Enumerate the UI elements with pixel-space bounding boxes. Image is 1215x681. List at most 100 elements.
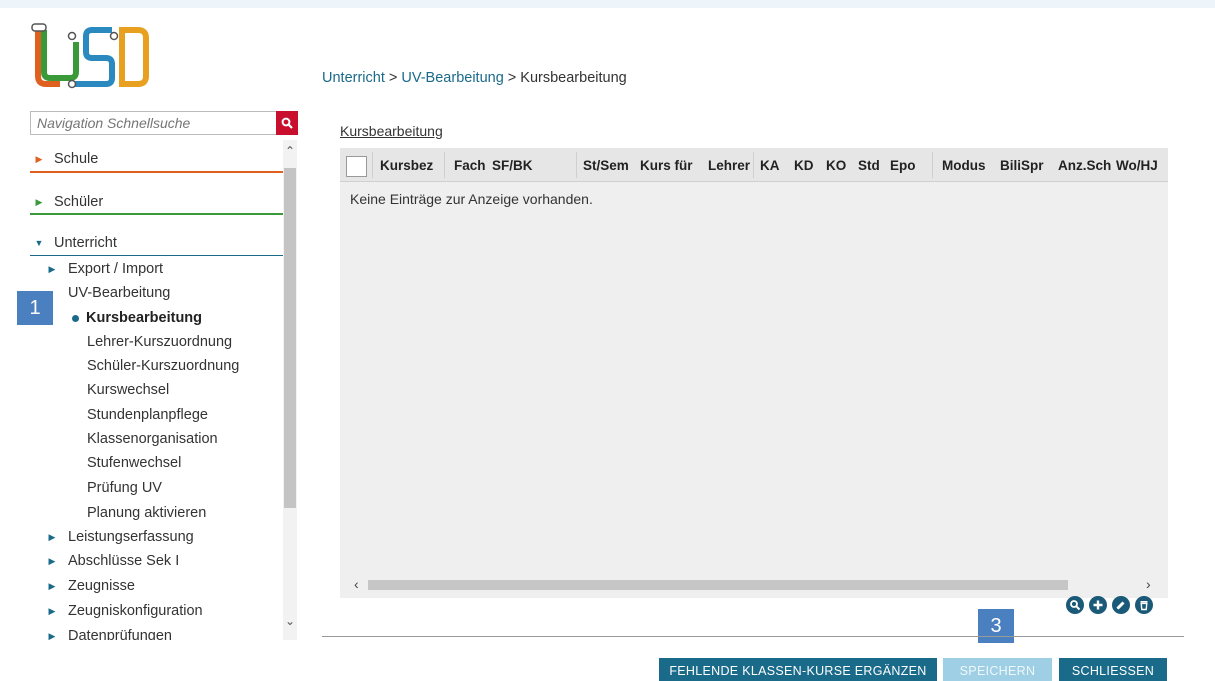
nav-item-lehrer-kurszuordnung[interactable]: Lehrer-Kurszuordnung xyxy=(87,331,232,353)
column-separator xyxy=(576,152,577,178)
column-header-bilispr[interactable]: BiliSpr xyxy=(1000,148,1044,182)
active-bullet-icon xyxy=(72,314,79,322)
nav-section-label: Schüler xyxy=(54,194,104,210)
nav-item-label: Zeugniskonfiguration xyxy=(68,603,203,619)
breadcrumb: Unterricht > UV-Bearbeitung > Kursbearbe… xyxy=(322,70,627,86)
scrollbar-thumb[interactable] xyxy=(284,168,296,508)
nav-item-zeugniskonfiguration[interactable]: ▶ Zeugniskonfiguration xyxy=(46,600,203,622)
nav-item-label: Kursbearbeitung xyxy=(86,310,203,326)
footer-divider xyxy=(322,636,1184,637)
nav-item-label: Schüler-Kurszuordnung xyxy=(87,358,240,374)
search-icon[interactable] xyxy=(276,111,298,135)
empty-table-message: Keine Einträge zur Anzeige vorhanden. xyxy=(350,191,593,207)
scrollbar-thumb[interactable] xyxy=(368,580,1068,590)
nav-item-planung-aktivieren[interactable]: Planung aktivieren xyxy=(87,502,206,524)
fehlende-klassen-kurse-button[interactable]: FEHLENDE KLASSEN-KURSE ERGÄNZEN xyxy=(659,658,937,681)
usd-logo xyxy=(31,23,149,89)
nav-divider-schueler xyxy=(30,213,283,215)
table-horizontal-scrollbar[interactable]: ‹ › xyxy=(350,576,1158,592)
nav-item-label: Zeugnisse xyxy=(68,578,135,594)
nav-item-pruefung-uv[interactable]: Prüfung UV xyxy=(87,477,162,499)
speichern-button[interactable]: SPEICHERN xyxy=(943,658,1052,681)
nav-item-label: Kurswechsel xyxy=(87,382,170,398)
nav-section-label: Unterricht xyxy=(54,235,117,251)
delete-icon[interactable] xyxy=(1135,596,1153,614)
column-header-anz-sch[interactable]: Anz.Sch xyxy=(1058,148,1111,182)
navigation-search-input[interactable] xyxy=(31,112,275,134)
annotation-badge-1: 1 xyxy=(17,291,53,325)
nav-section-schueler[interactable]: ▶ Schüler xyxy=(30,189,283,215)
caret-right-icon: ▶ xyxy=(48,630,56,641)
column-header-modus[interactable]: Modus xyxy=(942,148,986,182)
table-header: Kursbez Fach SF/BK St/Sem Kurs für Lehre… xyxy=(340,148,1168,182)
column-header-ka[interactable]: KA xyxy=(760,148,780,182)
nav-item-label: Export / Import xyxy=(68,261,164,277)
select-all-checkbox[interactable] xyxy=(346,156,367,177)
breadcrumb-link-unterricht[interactable]: Unterricht xyxy=(322,70,385,86)
nav-item-kurswechsel[interactable]: Kurswechsel xyxy=(87,379,169,401)
sidebar-navigation: ▶ Schule ▶ Schüler ▼ Unterricht ▶ Export… xyxy=(30,140,283,640)
page-title: Kursbearbeitung xyxy=(340,123,443,139)
caret-right-icon: ▶ xyxy=(48,263,56,274)
nav-section-label: Schule xyxy=(54,151,99,167)
table-actions xyxy=(1066,596,1153,614)
nav-item-kursbearbeitung[interactable]: Kursbearbeitung xyxy=(72,307,202,329)
caret-right-icon: ▶ xyxy=(48,580,56,591)
column-header-ko[interactable]: KO xyxy=(826,148,846,182)
annotation-badge-3: 3 xyxy=(978,609,1014,643)
nav-section-unterricht[interactable]: ▼ Unterricht xyxy=(30,230,283,256)
nav-item-label: Planung aktivieren xyxy=(87,505,207,521)
column-header-kursbez[interactable]: Kursbez xyxy=(380,148,433,182)
nav-item-label: Leistungserfassung xyxy=(68,529,194,545)
nav-section-schule[interactable]: ▶ Schule xyxy=(30,146,283,172)
nav-item-schueler-kurszuordnung[interactable]: Schüler-Kurszuordnung xyxy=(87,355,239,377)
nav-item-klassenorganisation[interactable]: Klassenorganisation xyxy=(87,428,218,450)
nav-item-label: Lehrer-Kurszuordnung xyxy=(87,334,233,350)
nav-item-label: Stundenplanpflege xyxy=(87,407,208,423)
column-header-wo-hj[interactable]: Wo/HJ xyxy=(1116,148,1158,182)
nav-divider-unterricht xyxy=(30,255,283,256)
search-icon[interactable] xyxy=(1066,596,1084,614)
navigation-search xyxy=(30,111,298,135)
caret-right-icon: ▶ xyxy=(35,196,43,207)
nav-item-leistungserfassung[interactable]: ▶ Leistungserfassung xyxy=(46,526,194,548)
nav-divider-schule xyxy=(30,171,283,173)
nav-item-abschluesse[interactable]: ▶ Abschlüsse Sek I xyxy=(46,550,180,572)
nav-item-uv-bearbeitung[interactable]: UV-Bearbeitung xyxy=(68,282,170,304)
caret-right-icon: ▶ xyxy=(48,555,56,566)
caret-right-icon: ▶ xyxy=(48,531,56,542)
column-header-std[interactable]: Std xyxy=(858,148,880,182)
nav-item-stundenplanpflege[interactable]: Stundenplanpflege xyxy=(87,404,208,426)
sidebar-scrollbar[interactable]: ⌃ ⌄ xyxy=(283,140,297,640)
scroll-right-icon[interactable]: › xyxy=(1146,576,1151,592)
nav-item-label: Prüfung UV xyxy=(87,480,162,496)
breadcrumb-separator: > xyxy=(503,70,521,86)
caret-down-icon: ▼ xyxy=(34,238,44,248)
top-strip xyxy=(0,0,1215,8)
column-header-lehrer[interactable]: Lehrer xyxy=(708,148,750,182)
schliessen-button[interactable]: SCHLIEßEN xyxy=(1059,658,1167,681)
column-header-kd[interactable]: KD xyxy=(794,148,814,182)
column-header-epo[interactable]: Epo xyxy=(890,148,916,182)
column-header-st-sem[interactable]: St/Sem xyxy=(583,148,629,182)
scroll-left-icon[interactable]: ‹ xyxy=(354,576,359,592)
nav-item-datenpruefungen[interactable]: ▶ Datenprüfungen xyxy=(46,625,172,640)
breadcrumb-link-uv-bearbeitung[interactable]: UV-Bearbeitung xyxy=(401,70,503,86)
column-header-fach[interactable]: Fach xyxy=(454,148,486,182)
scroll-down-icon[interactable]: ⌄ xyxy=(283,614,297,628)
nav-item-zeugnisse[interactable]: ▶ Zeugnisse xyxy=(46,575,135,597)
nav-item-export-import[interactable]: ▶ Export / Import xyxy=(46,258,164,280)
add-icon[interactable] xyxy=(1089,596,1107,614)
column-header-sf-bk[interactable]: SF/BK xyxy=(492,148,533,182)
nav-item-label: Datenprüfungen xyxy=(68,628,172,640)
column-header-kurs-fuer[interactable]: Kurs für xyxy=(640,148,693,182)
nav-item-label: Klassenorganisation xyxy=(87,431,218,447)
edit-icon[interactable] xyxy=(1112,596,1130,614)
scroll-up-icon[interactable]: ⌃ xyxy=(283,144,297,158)
nav-item-stufenwechsel[interactable]: Stufenwechsel xyxy=(87,452,181,474)
nav-item-label: Abschlüsse Sek I xyxy=(68,553,180,569)
breadcrumb-current: Kursbearbeitung xyxy=(520,70,627,86)
kurs-table: Kursbez Fach SF/BK St/Sem Kurs für Lehre… xyxy=(340,148,1168,598)
caret-right-icon: ▶ xyxy=(48,605,56,616)
column-separator xyxy=(372,152,373,178)
